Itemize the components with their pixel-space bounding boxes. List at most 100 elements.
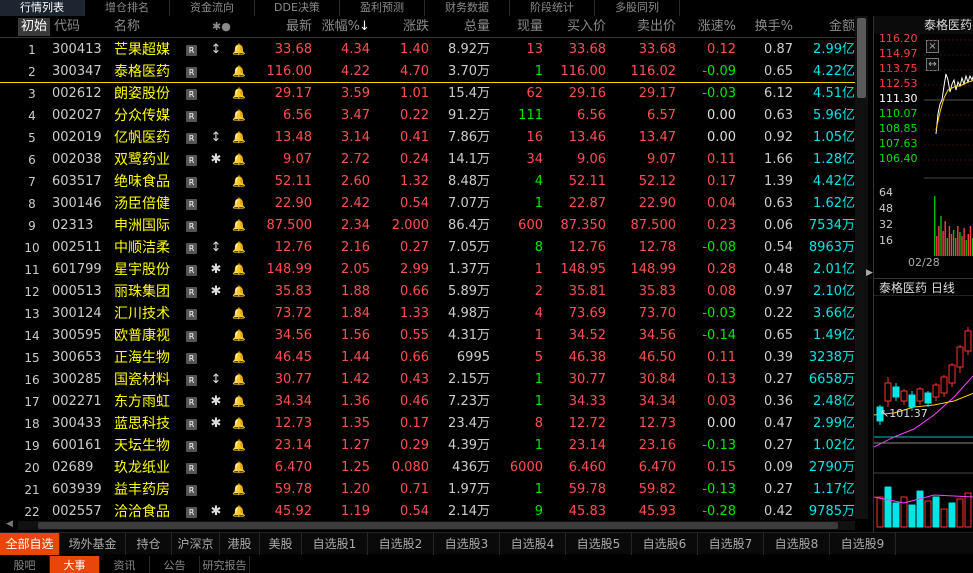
col-header-cur[interactable]: 现量	[494, 16, 543, 38]
table-row[interactable]: 5 002019 亿帆医药 ↕ 13.48 3.14 0.41 7.86万 16 13.46 13.…	[0, 127, 868, 149]
alert-bell-icon[interactable]: 🔔	[232, 193, 246, 215]
alert-bell-icon[interactable]: 🔔	[232, 391, 246, 413]
alert-bell-icon[interactable]: 🔔	[232, 325, 246, 347]
table-row[interactable]: 13 300124 汇川技术 73.72 1.84 1.33 4.98万 4 73.69 73.7…	[0, 303, 868, 325]
col-header-buy[interactable]: 买入价	[548, 16, 606, 38]
alert-bell-icon[interactable]: 🔔	[232, 413, 246, 435]
info-tab[interactable]: 股吧	[0, 556, 50, 573]
watchlist-tab[interactable]: 自选股6	[632, 533, 698, 555]
col-header-flags[interactable]: ✱●	[212, 16, 231, 38]
alert-bell-icon[interactable]: 🔔	[232, 457, 246, 479]
top-tab[interactable]: 增仓排名	[85, 0, 170, 16]
alert-bell-icon[interactable]: 🔔	[232, 347, 246, 369]
alert-bell-icon[interactable]: 🔔	[232, 171, 246, 193]
table-row[interactable]: 22 002557 洽洽食品 ✱ 45.92 1.19 0.54 2.14万 9 45.83 45.…	[0, 501, 868, 519]
table-row[interactable]: 21 603939 益丰药房 59.78 1.20 0.71 1.97万 1 59.78 59.8…	[0, 479, 868, 501]
watchlist-tab[interactable]: 沪深京	[172, 533, 220, 555]
watchlist-tab[interactable]: 港股	[220, 533, 260, 555]
scrollbar-thumb[interactable]	[857, 18, 866, 98]
watchlist-tab[interactable]: 持仓	[126, 533, 172, 555]
alert-bell-icon[interactable]: 🔔	[232, 303, 246, 325]
alert-bell-icon[interactable]: 🔔	[232, 149, 246, 171]
alert-bell-icon[interactable]: 🔔	[232, 39, 246, 61]
current-volume: 1	[534, 328, 543, 343]
table-row[interactable]: 19 600161 天坛生物 23.14 1.27 0.29 4.39万 1 23.14 23.1…	[0, 435, 868, 457]
daily-kline-title[interactable]: 泰格医药 日线	[874, 278, 973, 296]
col-header-turn[interactable]: 换手%	[740, 16, 793, 38]
info-tab[interactable]: 资讯	[100, 556, 150, 573]
watchlist-tab[interactable]: 自选股8	[764, 533, 830, 555]
col-header-pct[interactable]: 涨幅%	[316, 16, 360, 38]
watchlist-tab[interactable]: 全部自选	[0, 533, 60, 555]
horizontal-scrollbar[interactable]: ◀	[6, 519, 855, 530]
col-header-vol[interactable]: 总量	[432, 16, 490, 38]
col-header-sell[interactable]: 卖出价	[615, 16, 676, 38]
table-row[interactable]: 7 603517 绝味食品 52.11 2.60 1.32 8.48万 4 52.11 52.12…	[0, 171, 868, 193]
horizontal-scrollbar-thumb[interactable]	[38, 522, 838, 529]
table-row[interactable]: 12 000513 丽珠集团 ✱ 35.83 1.88 0.66 5.89万 2 35.81 35.…	[0, 281, 868, 303]
top-tab[interactable]: 盈利预测	[340, 0, 425, 16]
col-header-code[interactable]: 代码	[54, 16, 80, 38]
trade-amount: 7534万	[808, 218, 855, 233]
top-tab[interactable]: 行情列表	[0, 0, 85, 16]
alert-bell-icon[interactable]: 🔔	[232, 237, 246, 259]
watchlist-tab[interactable]: 自选股9	[830, 533, 896, 555]
table-row[interactable]: 10 002511 中顺洁柔 ↕ 12.76 2.16 0.27 7.05万 8 12.76 12.…	[0, 237, 868, 259]
alert-bell-icon[interactable]: 🔔	[232, 501, 246, 519]
stock-name: 益丰药房	[114, 482, 170, 498]
watchlist-tab[interactable]: 自选股3	[434, 533, 500, 555]
table-row[interactable]: 9 02313 申洲国际 87.500 2.34 2.000 86.4万 600 87.350 8…	[0, 215, 868, 237]
table-row[interactable]: 1 300413 芒果超媒 ↕ 33.68 4.34 1.40 8.92万 13 33.68 33.…	[0, 39, 868, 61]
col-header-amt[interactable]: 金额	[797, 16, 855, 38]
alert-bell-icon[interactable]: 🔔	[232, 435, 246, 457]
alert-bell-icon[interactable]: 🔔	[232, 83, 246, 105]
expand-panel-icon[interactable]: ▶	[866, 268, 873, 284]
top-tab[interactable]: 阶段统计	[510, 0, 595, 16]
info-tab[interactable]: 公告	[150, 556, 200, 573]
scroll-left-icon[interactable]: ◀	[6, 519, 13, 529]
sort-desc-icon[interactable]: ↓	[359, 16, 370, 38]
table-row[interactable]: 14 300595 欧普康视 34.56 1.56 0.55 4.31万 1 34.52 34.5…	[0, 325, 868, 347]
table-row[interactable]: 2 300347 泰格医药 116.00 4.22 4.70 3.70万 1 116.00 116…	[0, 61, 868, 83]
alert-bell-icon[interactable]: 🔔	[232, 105, 246, 127]
watchlist-tab[interactable]: 美股	[260, 533, 302, 555]
alert-bell-icon[interactable]: 🔔	[232, 369, 246, 391]
table-row[interactable]: 4 002027 分众传媒 6.56 3.47 0.22 91.2万 111 6.56 6.57 0…	[0, 105, 868, 127]
table-row[interactable]: 15 300653 正海生物 46.45 1.44 0.66 6995 5 46.38 46.50…	[0, 347, 868, 369]
table-row[interactable]: 17 002271 东方雨虹 ✱ 34.34 1.36 0.46 7.23万 1 34.33 34.…	[0, 391, 868, 413]
alert-bell-icon[interactable]: 🔔	[232, 127, 246, 149]
volume-bar	[961, 236, 963, 256]
table-row[interactable]: 11 601799 星宇股份 ✱ 148.99 2.05 2.99 1.37万 1 148.95 1…	[0, 259, 868, 281]
top-tab[interactable]: 资金流向	[170, 0, 255, 16]
alert-bell-icon[interactable]: 🔔	[232, 281, 246, 303]
alert-bell-icon[interactable]: 🔔	[232, 479, 246, 501]
alert-bell-icon[interactable]: 🔔	[232, 259, 246, 281]
watchlist-tab[interactable]: 自选股2	[368, 533, 434, 555]
watchlist-tab[interactable]: 自选股7	[698, 533, 764, 555]
watchlist-tab[interactable]: 自选股1	[302, 533, 368, 555]
alert-bell-icon[interactable]: 🔔	[232, 215, 246, 237]
watchlist-tab[interactable]: 自选股5	[566, 533, 632, 555]
info-tab[interactable]: 大事	[50, 556, 100, 573]
intraday-chart[interactable]	[874, 34, 973, 274]
alert-bell-icon[interactable]: 🔔	[232, 61, 246, 83]
col-header-spd[interactable]: 涨速%	[680, 16, 736, 38]
reset-columns-button[interactable]: 初始	[18, 18, 50, 36]
col-header-chg[interactable]: 涨跌	[375, 16, 429, 38]
top-tab[interactable]: DDE决策	[255, 0, 340, 16]
watchlist-tab[interactable]: 场外基金	[60, 533, 126, 555]
watchlist-tab[interactable]: 自选股4	[500, 533, 566, 555]
table-row[interactable]: 6 002038 双鹭药业 ✱ 9.07 2.72 0.24 14.1万 34 9.06 9.07 0…	[0, 149, 868, 171]
table-row[interactable]: 16 300285 国瓷材料 ↕ 30.77 1.42 0.43 2.15万 1 30.77 30.…	[0, 369, 868, 391]
info-tab[interactable]: 研究报告	[200, 556, 250, 573]
bid-price: 12.76	[568, 240, 606, 255]
top-tab[interactable]: 财务数据	[425, 0, 510, 16]
col-header-name[interactable]: 名称	[114, 16, 140, 38]
col-header-last[interactable]: 最新	[260, 16, 312, 38]
table-row[interactable]: 3 002612 朗姿股份 29.17 3.59 1.01 15.4万 62 29.16 29.1…	[0, 83, 868, 105]
table-row[interactable]: 18 300433 蓝思科技 ✱ 12.73 1.35 0.17 23.4万 8 12.72 12.…	[0, 413, 868, 435]
top-tab[interactable]: 多股同列	[595, 0, 680, 16]
table-row[interactable]: 20 02689 玖龙纸业 6.470 1.25 0.080 436万 6000 6.460 6.…	[0, 457, 868, 479]
table-row[interactable]: 8 300146 汤臣倍健 22.90 2.42 0.54 7.07万 1 22.87 22.90…	[0, 193, 868, 215]
change-amount: 0.080	[391, 460, 429, 475]
